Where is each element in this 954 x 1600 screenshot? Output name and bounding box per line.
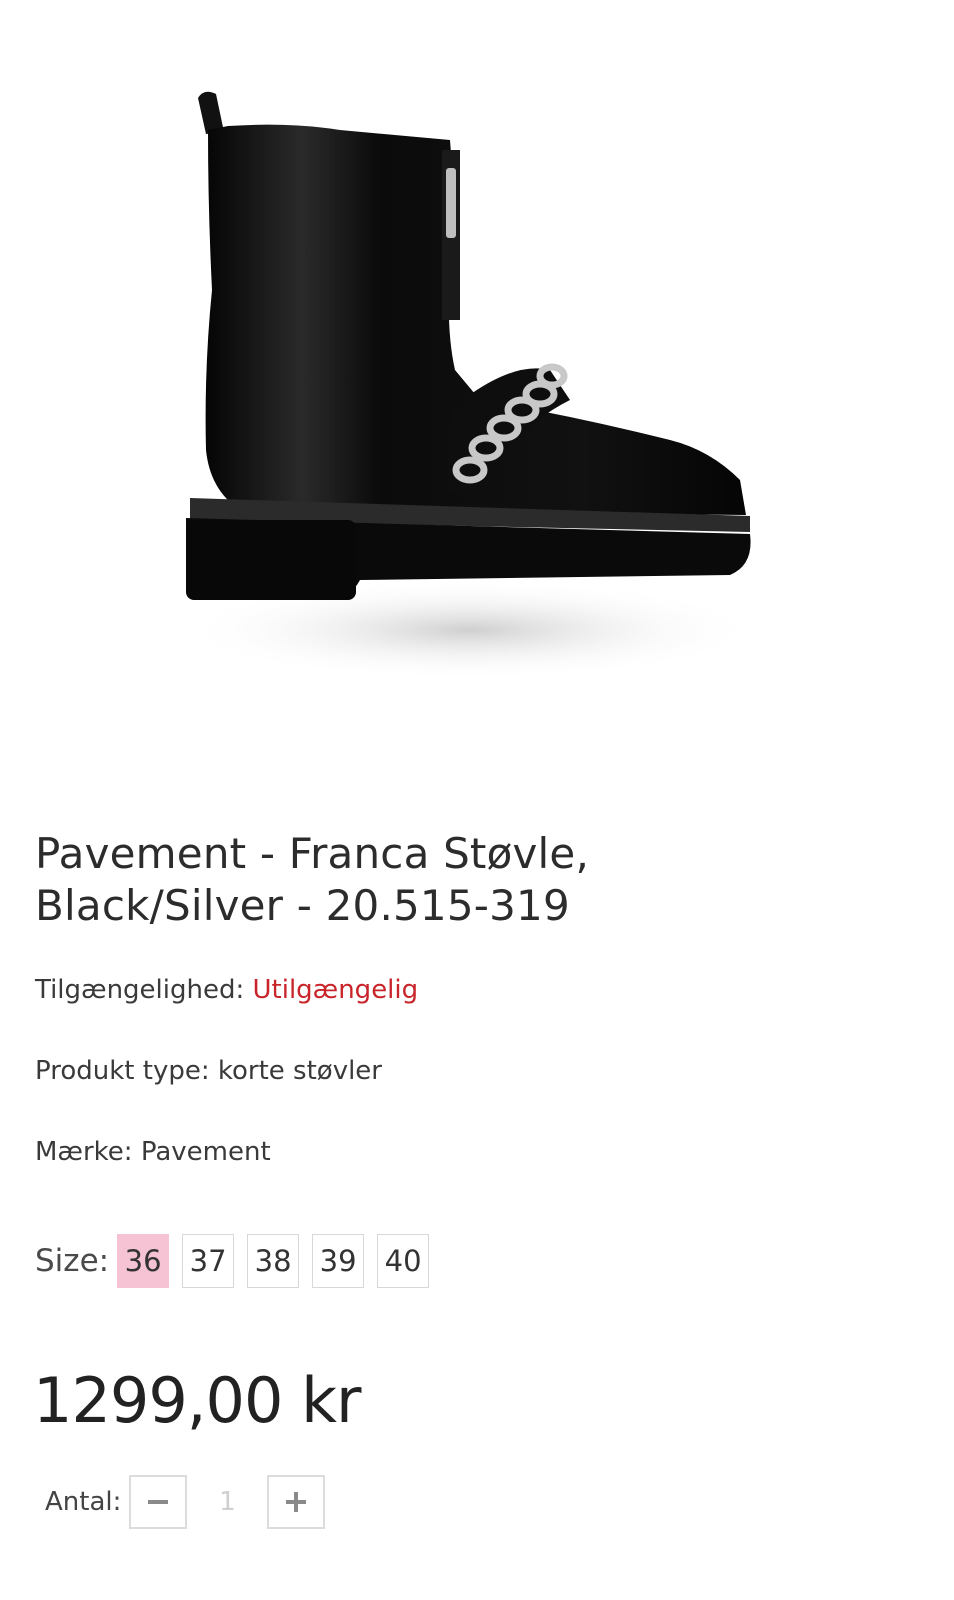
quantity-label: Antal: xyxy=(45,1487,122,1517)
quantity-decrease-button[interactable] xyxy=(129,1475,188,1529)
brand-value[interactable]: Pavement xyxy=(141,1137,271,1167)
boot-image-icon xyxy=(180,91,760,680)
size-selector: Size: 36 37 38 39 40 xyxy=(35,1234,442,1288)
availability-status: Utilgængelig xyxy=(252,975,419,1005)
product-title-line1: Pavement - Franca Støvle, xyxy=(35,829,590,878)
quantity-input[interactable] xyxy=(187,1486,268,1518)
product-type-value: korte støvler xyxy=(217,1056,382,1086)
availability-row: Tilgængelighed: Utilgængelig xyxy=(35,973,418,1007)
quantity-stepper: Antal: xyxy=(45,1474,326,1530)
size-label: Size: xyxy=(35,1243,110,1279)
quantity-increase-button[interactable] xyxy=(267,1475,326,1529)
product-price: 1299,00 kr xyxy=(33,1364,361,1437)
size-option-36[interactable]: 36 xyxy=(117,1234,170,1288)
plus-icon xyxy=(286,1492,307,1512)
product-type-row: Produkt type: korte støvler xyxy=(35,1054,382,1088)
product-page: Pavement - Franca Støvle, Black/Silver -… xyxy=(0,0,954,1600)
size-option-38[interactable]: 38 xyxy=(247,1234,300,1288)
brand-row: Mærke: Pavement xyxy=(35,1135,271,1169)
product-title: Pavement - Franca Støvle, Black/Silver -… xyxy=(35,828,895,932)
size-option-40[interactable]: 40 xyxy=(377,1234,430,1288)
minus-icon xyxy=(148,1500,169,1504)
product-title-line2: Black/Silver - 20.515-319 xyxy=(35,881,570,930)
availability-label: Tilgængelighed: xyxy=(35,975,245,1005)
size-option-39[interactable]: 39 xyxy=(312,1234,365,1288)
product-image[interactable] xyxy=(150,70,790,710)
size-option-37[interactable]: 37 xyxy=(182,1234,235,1288)
product-type-label: Produkt type: xyxy=(35,1056,210,1086)
brand-label: Mærke: xyxy=(35,1137,133,1167)
